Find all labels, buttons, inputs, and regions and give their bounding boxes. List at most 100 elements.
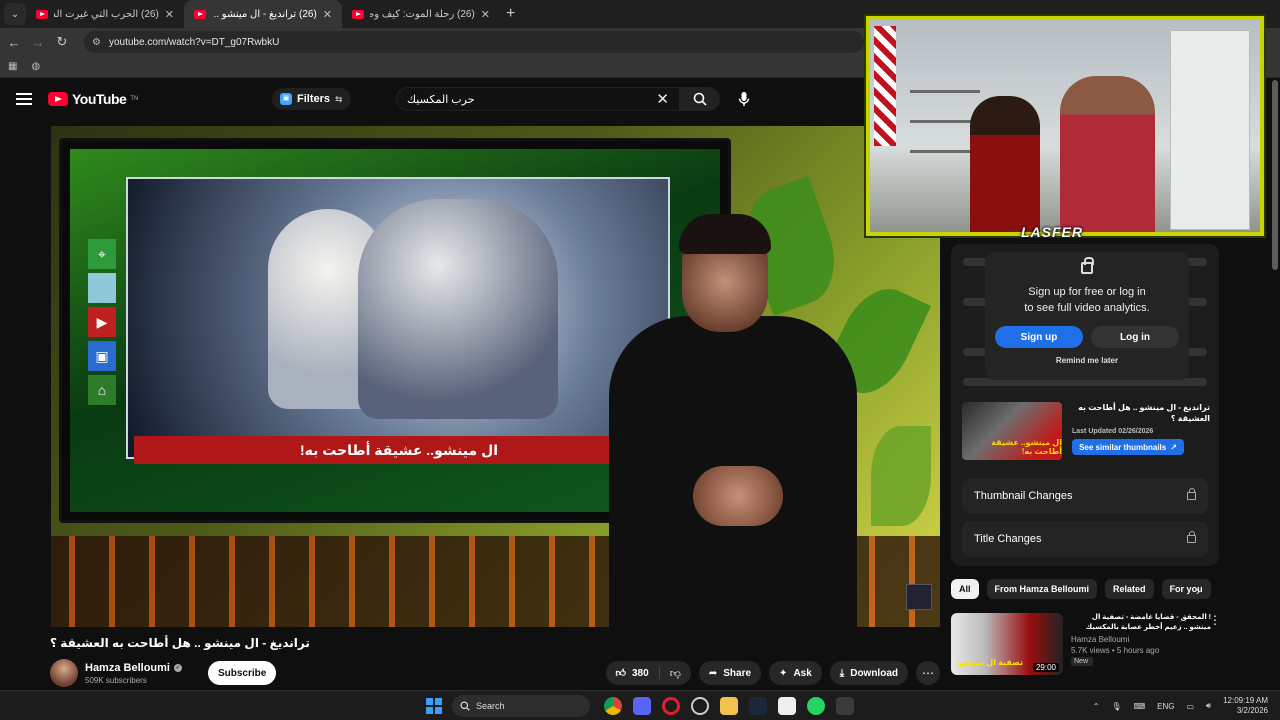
log-in-button[interactable]: Log in [1091,326,1179,348]
chip-from-channel[interactable]: From Hamza Belloumi [986,579,1098,599]
video-player[interactable]: ⌖ ▶ ▣ ⌂ ال مينشو.. عشيقة أطاحت به! [51,126,940,627]
thumbs-down-icon: 👎︎ [669,667,681,680]
close-tab-icon[interactable]: ✕ [165,8,174,21]
ask-button[interactable]: ✦ Ask [769,661,822,685]
keyboard-icon[interactable]: ⌨ [1134,702,1146,711]
voice-search-button[interactable] [731,87,757,111]
taskbar-search[interactable]: Search [452,695,590,717]
share-button[interactable]: ➦ Share [698,661,762,685]
channel-watermark[interactable] [906,584,932,610]
shelf [910,90,980,93]
filters-button[interactable]: ▣ Filters ⇆ [272,88,351,110]
site-info-icon[interactable]: ⚙ [92,37,101,48]
home-icon: ⌂ [88,375,116,405]
volume-icon[interactable]: 🔊︎ [1206,701,1211,711]
dislike-button[interactable]: 👎︎ [660,667,691,680]
clock[interactable]: 12:09:19 AM 3/2/2026 [1223,696,1268,716]
see-similar-thumbnails-button[interactable]: See similar thumbnails ↗ [1072,439,1184,455]
chip-all[interactable]: All [951,579,979,599]
address-bar[interactable]: ⚙ youtube.com/watch?v=DT_g07RwbkU [84,31,864,53]
browser-tab-2[interactable]: (26) ترانديغ - ال مينشو .. هل أطاحت به ✕ [184,0,342,28]
sign-up-button[interactable]: Sign up [995,326,1083,348]
title-changes-row[interactable]: Title Changes [962,521,1208,557]
video-duration: 29:00 [1032,663,1059,672]
page-scrollbar[interactable] [1272,80,1278,270]
recommended-thumbnail[interactable]: تصفية ال مينشو.. 29:00 [951,613,1063,675]
remind-later-link[interactable]: Remind me later [1056,356,1118,365]
recommended-meta: ! المحقق - قضايا غامضة - تصفية ال مينشو … [1071,613,1211,683]
reload-icon[interactable]: ↻ [50,34,74,50]
channel-info: Hamza Belloumi ✓ 509K subscribers [85,662,182,685]
clear-search-icon[interactable]: ✕ [656,90,669,108]
chevron-up-icon[interactable]: ⌃ [1093,702,1100,711]
channel-avatar[interactable] [50,659,78,687]
more-actions-button[interactable]: ⋯ [916,661,940,685]
channel-name-row[interactable]: Hamza Belloumi ✓ [85,662,182,674]
youtube-logo-icon [48,92,68,106]
search-input[interactable]: حرب المكسيك ✕ [396,87,680,111]
chip-related[interactable]: Related [1105,579,1154,599]
discord-icon[interactable] [633,697,651,715]
language-indicator[interactable]: ENG [1157,702,1174,711]
search-button[interactable] [680,87,720,111]
door [1170,30,1250,230]
opera-icon[interactable] [662,697,680,715]
apps-grid-icon[interactable]: ▦ [8,61,17,72]
chevron-right-icon[interactable]: › [1196,584,1200,598]
chip-for-you[interactable]: For you [1161,579,1211,599]
back-icon[interactable]: ← [2,35,26,50]
file-explorer-icon[interactable] [720,697,738,715]
app-icon[interactable] [691,697,709,715]
tab-title: (26) رحلة الموت: كيف وصل شاب [370,8,475,20]
lock-icon [1187,531,1196,543]
capcut-icon[interactable] [778,697,796,715]
close-tab-icon[interactable]: ✕ [481,8,490,21]
download-button[interactable]: ⤓ Download [829,661,908,685]
like-button[interactable]: 👍︎ 380 [606,667,660,679]
recommended-title[interactable]: ! المحقق - قضايا غامضة - تصفية ال مينشو … [1071,613,1211,633]
network-icon[interactable]: ▭ [1186,702,1194,711]
chrome-icon[interactable] [604,697,622,715]
new-tab-button[interactable]: + [506,5,515,23]
recommended-channel[interactable]: Hamza Belloumi [1071,635,1211,644]
menu-icon[interactable] [16,93,32,105]
video-thumbnail[interactable]: ال مينشو.. عشيقة أطاحت به! [962,402,1062,460]
browser-tab-3[interactable]: (26) رحلة الموت: كيف وصل شاب ✕ [342,0,500,28]
video-title: ترانديغ - ال مينشو .. هل أطاحت به العشيق… [50,636,310,650]
thumbnail-caption: ال مينشو.. عشيقة أطاحت به! [991,438,1062,456]
clock-time: 12:09:19 AM [1223,696,1268,705]
tab-search-button[interactable]: ⌄ [4,3,26,25]
youtube-favicon-icon [352,9,364,19]
microphone-icon[interactable]: 🎙︎ [1111,702,1121,711]
whatsapp-icon[interactable] [807,697,825,715]
forward-icon[interactable]: → [26,35,50,50]
streamer-right [1060,76,1155,232]
download-label: Download [850,667,898,679]
browser-tab-1[interactable]: (26) الحرب التي غيرت الشرق الأوسط ✕ [26,0,184,28]
thumbs-up-icon: 👍︎ [615,668,626,679]
download-icon: ⤓ [839,667,845,679]
location-icon: ⌖ [88,239,116,269]
app-icon[interactable] [836,697,854,715]
presenter-hair [679,214,771,254]
lock-icon [1081,257,1094,274]
subscribe-button[interactable]: Subscribe [207,661,277,685]
channel-name[interactable]: Hamza Belloumi [85,662,170,674]
windows-start-icon[interactable] [426,698,442,714]
youtube-logo[interactable]: YouTube TN [48,91,138,107]
recommended-video[interactable]: تصفية ال مينشو.. 29:00 ! المحقق - قضايا … [951,613,1221,683]
windows-taskbar: Search ⌃ 🎙︎ ⌨ ENG ▭ 🔊︎ 12:09:19 AM 3/2/2… [0,690,1280,720]
clock-date: 3/2/2026 [1236,706,1268,715]
tab-title: (26) الحرب التي غيرت الشرق الأوسط [54,8,159,20]
search-icon [460,701,470,711]
title-changes-label: Title Changes [974,533,1042,545]
tab-title: (26) ترانديغ - ال مينشو .. هل أطاحت به [212,8,317,20]
couple-photo [126,177,670,459]
steam-icon[interactable] [749,697,767,715]
close-tab-icon[interactable]: ✕ [323,8,332,21]
filters-label: Filters [297,93,331,105]
system-tray: ⌃ 🎙︎ ⌨ ENG ▭ 🔊︎ 12:09:19 AM 3/2/2026 [1093,694,1268,718]
more-options-icon[interactable]: ⋮ [1209,613,1221,627]
thumbnail-changes-row[interactable]: Thumbnail Changes [962,478,1208,514]
bookmark-globe-icon[interactable]: ◍ [31,61,40,72]
